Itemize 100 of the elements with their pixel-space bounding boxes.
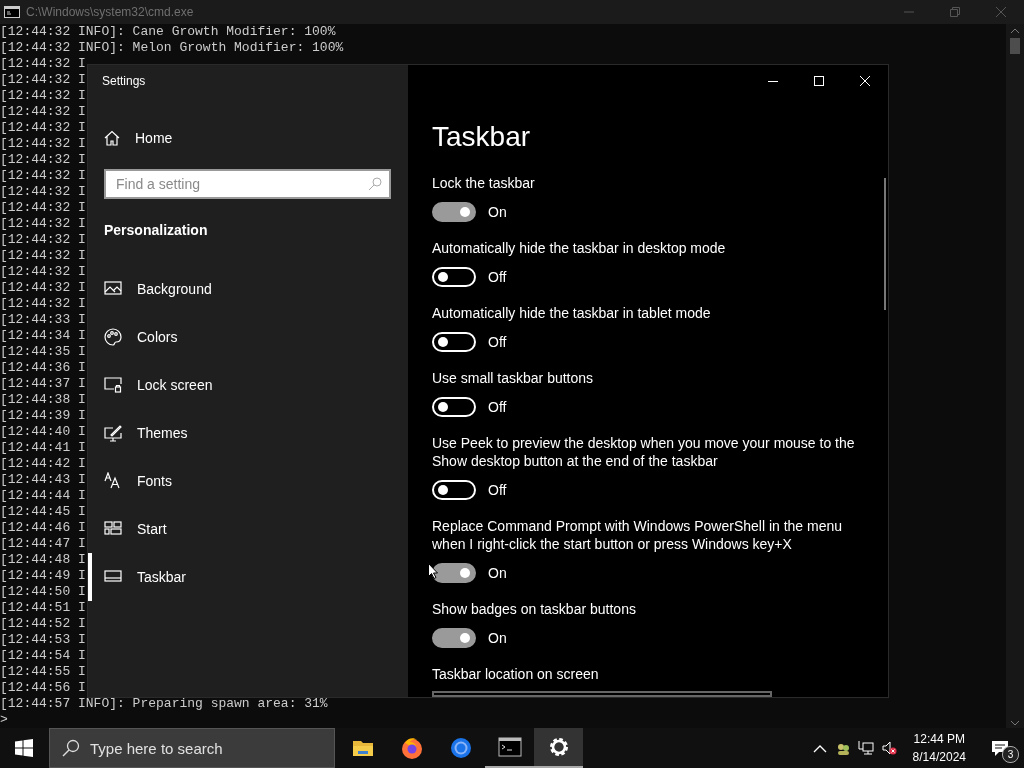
- setting-label: Lock the taskbar: [432, 174, 536, 192]
- console-line: [12:44:32 I: [0, 296, 86, 312]
- console-line: [12:44:54 I: [0, 648, 86, 664]
- toggle-state: On: [488, 204, 507, 220]
- nav-item[interactable]: Themes: [88, 409, 408, 457]
- console-line: [12:44:48 I: [0, 552, 86, 568]
- console-line: [12:44:41 I: [0, 440, 86, 456]
- console-line: [12:44:33 I: [0, 312, 86, 328]
- console-line: [12:44:32 I: [0, 232, 86, 248]
- console-line: [12:44:43 I: [0, 472, 86, 488]
- console-line: [12:44:45 I: [0, 504, 86, 520]
- search-field[interactable]: Find a setting: [104, 169, 391, 199]
- nav-item[interactable]: Lock screen: [88, 361, 408, 409]
- scroll-bar[interactable]: [884, 178, 886, 310]
- palette-icon: [104, 328, 122, 346]
- console-line: [12:44:32 I: [0, 200, 86, 216]
- console-line: [12:44:47 I: [0, 536, 86, 552]
- console-line: [12:44:38 I: [0, 392, 86, 408]
- nav-item[interactable]: Start: [88, 505, 408, 553]
- console-line: [12:44:32 INFO]: Melon Growth Modifier: 100%: [0, 40, 344, 56]
- toggle-switch[interactable]: [432, 563, 476, 583]
- search-icon: [368, 177, 382, 191]
- firefox-icon: [399, 736, 424, 760]
- toggle-state: Off: [488, 334, 507, 350]
- console-line: [12:44:35 I: [0, 344, 86, 360]
- console-line: [12:44:56 I: [0, 680, 86, 696]
- console-line: >: [0, 712, 8, 728]
- nav-item[interactable]: Colors: [88, 313, 408, 361]
- console-line: [12:44:32 I: [0, 248, 86, 264]
- setting-label: Replace Command Prompt with Windows PowerShell in the menu when I right-click the start button or press Windows key+X: [432, 517, 844, 553]
- setting-label: Automatically hide the taskbar in desktop mode: [432, 239, 727, 257]
- console-line: [12:44:39 I: [0, 408, 86, 424]
- console-line: [12:44:49 I: [0, 568, 86, 584]
- console-line: [12:44:34 I: [0, 328, 86, 344]
- console-line: [12:44:37 I: [0, 376, 86, 392]
- cursor-icon: [428, 563, 438, 579]
- console-line: [12:44:42 I: [0, 456, 86, 472]
- console-line: [12:44:36 I: [0, 360, 86, 376]
- console-line: [12:44:32 I: [0, 264, 86, 280]
- nav-item[interactable]: Background: [88, 265, 408, 313]
- search-icon: [62, 739, 80, 757]
- console-line: [12:44:32 I: [0, 152, 86, 168]
- setting-label: Use small taskbar buttons: [432, 369, 595, 387]
- home-link[interactable]: Home: [88, 114, 408, 162]
- dropdown-field[interactable]: [432, 691, 772, 697]
- setting-label: Taskbar location on screen: [432, 665, 600, 683]
- globe-icon: [448, 736, 473, 760]
- console-line: [12:44:32 I: [0, 280, 86, 296]
- setting-label: Automatically hide the taskbar in tablet mode: [432, 304, 712, 322]
- console-line: [12:44:51 I: [0, 600, 86, 616]
- clock-time: 12:44 PM: [913, 731, 965, 748]
- console-line: [12:44:32 I: [0, 56, 86, 72]
- restore-icon: [950, 7, 960, 17]
- close-icon: [860, 76, 870, 86]
- tiles-icon: [104, 520, 122, 538]
- nav-item[interactable]: Fonts: [88, 457, 408, 505]
- brush-monitor-icon: [104, 424, 122, 442]
- page-title: Taskbar: [432, 120, 532, 154]
- console-line: [12:44:55 I: [0, 664, 86, 680]
- console-line: [12:44:52 I: [0, 616, 86, 632]
- taskbar-app-button[interactable]: [534, 728, 583, 768]
- toggle-state: On: [488, 565, 507, 581]
- console-line: [12:44:32 I: [0, 120, 86, 136]
- toggle-state: Off: [488, 269, 507, 285]
- volume-muted-icon[interactable]: [881, 740, 898, 756]
- console-line: [12:44:50 I: [0, 584, 86, 600]
- console-line: [12:44:46 I: [0, 520, 86, 536]
- clock-date: 8/14/2024: [912, 749, 966, 766]
- window-title: Settings: [101, 73, 147, 90]
- console-line: [12:44:32 I: [0, 216, 86, 232]
- console-line: [12:44:44 I: [0, 488, 86, 504]
- console-line: [12:44:32 I: [0, 104, 86, 120]
- console-line: [12:44:32 I: [0, 136, 86, 152]
- console-line: [12:44:32 INFO]: Cane Growth Modifier: 100%: [0, 24, 336, 40]
- console-line: [12:44:40 I: [0, 424, 86, 440]
- console-line: [12:44:32 I: [0, 72, 86, 88]
- search-field[interactable]: Type here to search: [49, 728, 335, 768]
- toggle-state: Off: [488, 399, 507, 415]
- console-line: [12:44:57 INFO]: Preparing spawn area: 31%: [0, 696, 328, 712]
- setting-label: Show badges on taskbar buttons: [432, 600, 637, 618]
- console-line: [12:44:32 I: [0, 168, 86, 184]
- toggle-switch[interactable]: [432, 202, 476, 222]
- section-heading: Personalization: [104, 221, 209, 239]
- windows-icon: [15, 739, 33, 757]
- console-line: [12:44:53 I: [0, 632, 86, 648]
- toggle-switch[interactable]: [432, 628, 476, 648]
- maximize-icon: [814, 76, 824, 86]
- window-title: C:\Windows\system32\cmd.exe: [26, 5, 194, 19]
- console-line: [12:44:32 I: [0, 184, 86, 200]
- close-icon: [996, 7, 1006, 17]
- scroll-bar[interactable]: [1006, 24, 1024, 728]
- clock[interactable]: 12:44 PM 8/14/2024: [912, 730, 966, 766]
- search-placeholder: Type here to search: [90, 739, 223, 757]
- monitor-lock-icon: [104, 376, 122, 394]
- network-icon[interactable]: [858, 740, 875, 756]
- console-icon: [497, 735, 522, 759]
- picture-icon: [104, 280, 122, 298]
- notification-button[interactable]: 3: [976, 728, 1024, 768]
- setting-label: Use Peek to preview the desktop when you move your mouse to the Show desktop button at the end of the taskbar: [432, 434, 856, 470]
- toggle-state: Off: [488, 482, 507, 498]
